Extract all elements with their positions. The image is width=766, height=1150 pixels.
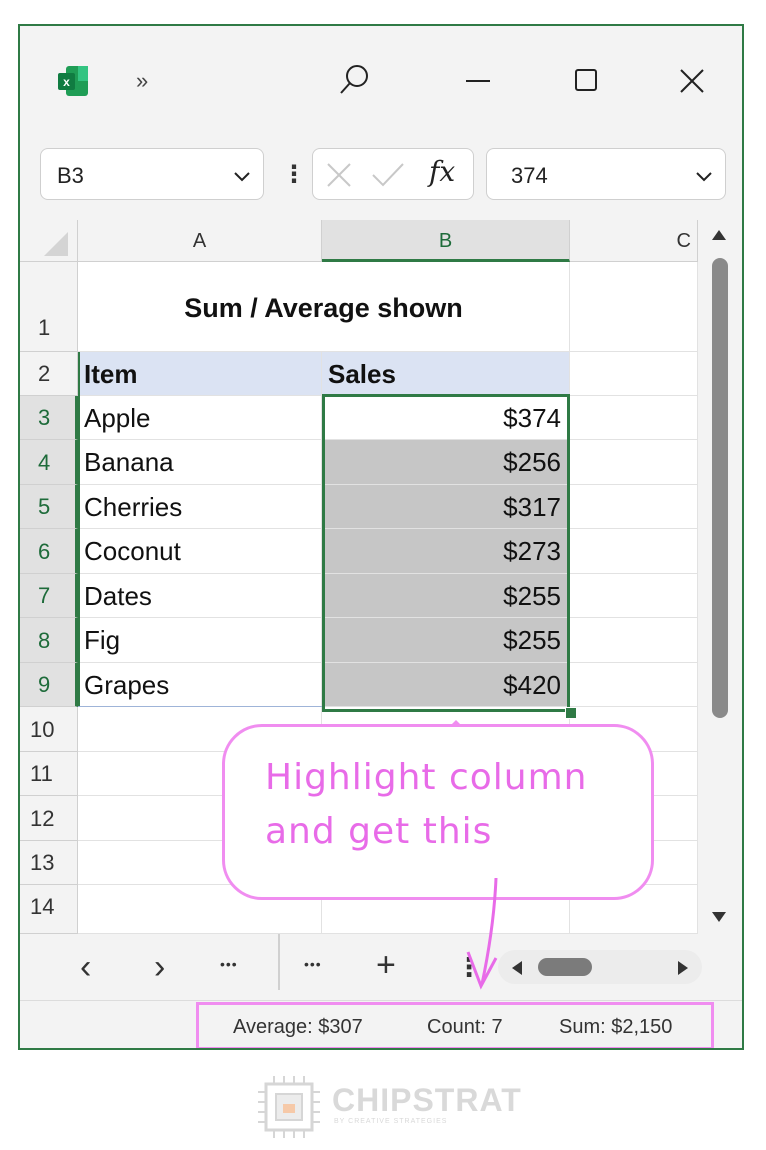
cell[interactable]	[570, 529, 698, 574]
formula-input[interactable]: 374	[486, 148, 726, 200]
horizontal-scrollbar[interactable]	[498, 950, 702, 984]
column-header-c[interactable]: C	[570, 220, 698, 262]
chipstrat-logo: CHIPSTRAT BY CREATIVE STRATEGIES	[256, 1074, 528, 1140]
scroll-right-icon[interactable]	[676, 960, 690, 976]
item-cell[interactable]: Cherries	[78, 485, 322, 529]
row-header[interactable]: 9	[20, 663, 78, 707]
minimize-icon[interactable]	[462, 62, 494, 98]
item-cell[interactable]: Grapes	[78, 663, 322, 707]
item-cell[interactable]: Fig	[78, 618, 322, 663]
expand-formula-icon[interactable]	[693, 165, 715, 187]
item-cell[interactable]: Banana	[78, 440, 322, 485]
status-count: Count: 7	[427, 1016, 503, 1038]
scroll-down-icon[interactable]	[711, 910, 727, 924]
cell[interactable]	[570, 352, 698, 396]
cell[interactable]	[570, 618, 698, 663]
status-bar-summary[interactable]: Average: $307 Count: 7 Sum: $2,150	[196, 1002, 714, 1048]
horizontal-scroll-thumb[interactable]	[538, 958, 592, 976]
callout-arrow-icon	[450, 720, 498, 990]
callout-text: Highlight column and get this	[265, 751, 588, 859]
row-header[interactable]: 11	[20, 752, 78, 796]
cell[interactable]	[570, 262, 698, 352]
cell[interactable]	[570, 440, 698, 485]
next-sheet-icon[interactable]: ›	[154, 948, 165, 987]
row-header[interactable]: 3	[20, 396, 78, 440]
row-header[interactable]: 7	[20, 574, 78, 618]
header-cell-sales[interactable]: Sales	[322, 352, 570, 396]
item-cell[interactable]: Apple	[78, 396, 322, 440]
excel-window: x » B3 ⋮ fx 374 A B C 1 2 3 4 5 6 7 8 9 …	[18, 24, 744, 1050]
row-header[interactable]: 8	[20, 618, 78, 663]
cell[interactable]	[570, 485, 698, 529]
cell[interactable]	[570, 396, 698, 440]
tab-divider	[278, 934, 280, 990]
close-icon[interactable]	[676, 62, 708, 98]
search-icon[interactable]	[338, 62, 372, 98]
row-header[interactable]: 2	[20, 352, 78, 396]
brand-name: CHIPSTRAT	[332, 1082, 522, 1118]
svg-text:x: x	[63, 75, 70, 89]
enter-check-icon[interactable]	[371, 161, 405, 189]
sheet-title-cell[interactable]: Sum / Average shown	[78, 262, 570, 352]
row-header[interactable]: 10	[20, 707, 78, 752]
brand-tagline: BY CREATIVE STRATEGIES	[334, 1118, 448, 1125]
callout-line-2: and get this	[265, 811, 493, 852]
formula-actions: fx	[312, 148, 474, 200]
more-sheets-right-icon[interactable]: •••	[304, 956, 322, 972]
table-border	[78, 706, 322, 707]
select-all-corner[interactable]	[20, 220, 78, 262]
more-sheets-left-icon[interactable]: •••	[220, 956, 238, 972]
formula-bar-options-icon[interactable]: ⋮	[282, 160, 306, 189]
row-header[interactable]: 5	[20, 485, 78, 529]
cell[interactable]	[570, 663, 698, 707]
column-header-a[interactable]: A	[78, 220, 322, 262]
insert-function-icon[interactable]: fx	[429, 155, 455, 188]
maximize-icon[interactable]	[570, 62, 602, 98]
formula-value: 374	[511, 163, 548, 188]
selection-range	[322, 394, 570, 712]
excel-app-icon[interactable]: x	[56, 64, 90, 98]
previous-sheet-icon[interactable]: ‹	[80, 948, 91, 987]
chevron-down-icon[interactable]	[231, 165, 253, 187]
cancel-icon[interactable]	[325, 161, 353, 189]
row-header[interactable]: 13	[20, 841, 78, 885]
row-header[interactable]: 14	[20, 885, 78, 934]
callout-line-1: Highlight column	[265, 757, 588, 798]
status-sum: Sum: $2,150	[559, 1016, 673, 1038]
item-cell[interactable]: Dates	[78, 574, 322, 618]
header-cell-item[interactable]: Item	[78, 352, 322, 396]
add-sheet-button[interactable]: +	[376, 946, 396, 985]
vertical-scroll-thumb[interactable]	[712, 258, 728, 718]
row-header[interactable]: 6	[20, 529, 78, 574]
column-header-b[interactable]: B	[322, 220, 570, 262]
toolbar-overflow-icon[interactable]: »	[136, 68, 148, 94]
chip-logo-icon	[258, 1076, 320, 1138]
name-box[interactable]: B3	[40, 148, 264, 200]
row-header[interactable]: 4	[20, 440, 78, 485]
item-cell[interactable]: Coconut	[78, 529, 322, 574]
row-header[interactable]: 1	[20, 262, 78, 352]
status-average: Average: $307	[233, 1016, 363, 1038]
scroll-up-icon[interactable]	[711, 228, 727, 242]
annotation-callout: Highlight column and get this	[222, 724, 654, 900]
table-border	[78, 352, 80, 707]
name-box-value: B3	[57, 163, 84, 188]
row-header[interactable]: 12	[20, 796, 78, 841]
fill-handle[interactable]	[565, 707, 577, 719]
cell[interactable]	[570, 574, 698, 618]
